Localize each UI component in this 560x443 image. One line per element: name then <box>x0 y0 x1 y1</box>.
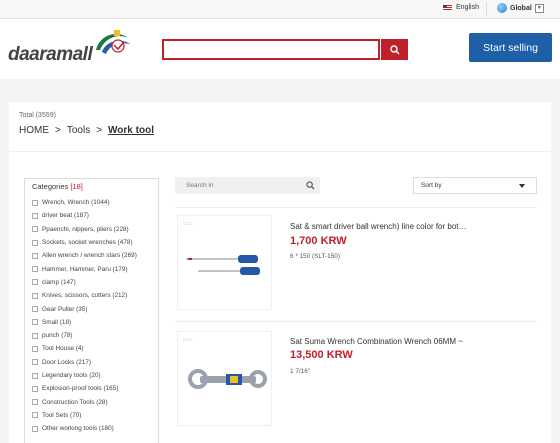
category-label: Construction Tools (28) <box>42 398 108 406</box>
category-item[interactable]: Allen wrench / wrench stars (269) <box>32 249 137 262</box>
checkbox[interactable] <box>32 332 38 339</box>
region-label: Global <box>510 4 532 12</box>
logo-mark-icon <box>96 30 130 54</box>
checkbox[interactable] <box>32 372 38 379</box>
category-item[interactable]: clamp (147) <box>32 276 137 289</box>
category-item[interactable]: Sockets, socket wrenches (478) <box>32 236 137 249</box>
category-label: clamp (147) <box>42 278 76 286</box>
breadcrumb-tools[interactable]: Tools <box>67 125 90 136</box>
product-title[interactable]: Sat Suma Wrench Combination Wrench 06MM … <box>290 337 463 346</box>
breadcrumb: HOME > Tools > Work tool <box>19 125 154 136</box>
checkbox[interactable] <box>32 385 38 392</box>
checkbox[interactable] <box>32 279 38 286</box>
checkbox[interactable] <box>32 399 38 406</box>
checkbox[interactable] <box>32 239 38 246</box>
top-bar: English Global ▼ <box>0 0 560 19</box>
checkbox[interactable] <box>32 359 38 366</box>
category-list: Wrench, Wrench (1044) driver beat (187) … <box>32 196 137 435</box>
checkbox[interactable] <box>32 266 38 273</box>
category-item[interactable]: Small (18) <box>32 316 137 329</box>
category-label: Legendary tools (20) <box>42 372 101 379</box>
divider <box>9 151 551 152</box>
checkbox[interactable] <box>32 199 38 206</box>
watermark-icon: ▭▭ <box>183 337 193 343</box>
region-selector[interactable]: Global ▼ <box>497 3 544 13</box>
breadcrumb-separator: > <box>96 125 103 136</box>
category-label: punch (78) <box>42 332 73 340</box>
divider <box>175 207 537 208</box>
category-item[interactable]: Legendary tools (20) <box>32 369 137 382</box>
search-icon[interactable] <box>306 181 315 190</box>
category-label: Door Locks (217) <box>42 358 92 366</box>
search-icon <box>389 44 400 55</box>
category-label: Wrench, Wrench (1044) <box>42 199 110 207</box>
checkbox[interactable] <box>32 212 38 219</box>
category-item[interactable]: Door Locks (217) <box>32 356 137 369</box>
breadcrumb-home[interactable]: HOME <box>19 125 49 136</box>
category-item[interactable]: Explosion-proof tools (165) <box>32 382 137 395</box>
breadcrumb-separator: > <box>55 125 61 136</box>
checkbox[interactable] <box>32 292 38 299</box>
category-label: Small (18) <box>42 318 72 326</box>
category-title-label: Categories <box>32 182 69 191</box>
product-title[interactable]: Sat & smart driver ball wrench) line col… <box>290 222 467 231</box>
category-item[interactable]: Gear Puller (35) <box>32 302 137 315</box>
category-item[interactable]: Tool Sets (70) <box>32 409 137 422</box>
category-title: Categories [18] <box>32 182 83 191</box>
checkbox[interactable] <box>32 226 38 233</box>
category-label: Gear Puller (35) <box>42 305 88 313</box>
chevron-down-icon: ▼ <box>534 3 544 13</box>
search-input[interactable] <box>162 39 380 60</box>
divider <box>486 2 487 16</box>
checkbox[interactable] <box>32 252 38 259</box>
checkbox[interactable] <box>32 345 38 352</box>
product-image[interactable] <box>177 215 272 310</box>
category-item[interactable]: punch (78) <box>32 329 137 342</box>
divider <box>175 321 537 322</box>
category-item[interactable]: Construction Tools (28) <box>32 395 137 408</box>
category-label: Knives, scissors, cutters (212) <box>42 292 128 300</box>
product-price: 13,500 KRW <box>290 349 353 361</box>
category-item[interactable]: Other working tools (180) <box>32 422 137 435</box>
category-item[interactable]: Wrench, Wrench (1044) <box>32 196 137 209</box>
product-model: 1 7/16" <box>290 368 311 375</box>
category-label: Other working tools (180) <box>42 425 114 433</box>
category-item[interactable]: Ppaenchi, nippers, pliers (228) <box>32 223 137 236</box>
sort-label: Sort by <box>421 182 442 189</box>
start-selling-button[interactable]: Start selling <box>469 33 552 62</box>
product-model: 6 * 150 (SLT-150) <box>290 253 340 260</box>
product-image[interactable] <box>177 331 272 426</box>
chevron-down-icon <box>519 184 525 188</box>
checkbox[interactable] <box>32 306 38 313</box>
checkbox[interactable] <box>32 425 38 432</box>
category-label: Ppaenchi, nippers, pliers (228) <box>42 225 129 233</box>
globe-icon <box>497 3 507 13</box>
logo[interactable]: daaramall <box>8 44 93 66</box>
checkbox[interactable] <box>32 412 38 419</box>
language-label: English <box>456 4 479 11</box>
search-button[interactable] <box>381 39 408 60</box>
category-label: Explosion-proof tools (165) <box>42 385 119 393</box>
breadcrumb-current[interactable]: Work tool <box>108 125 154 136</box>
category-item[interactable]: Tool House (4) <box>32 342 137 355</box>
search-in-placeholder: Search in <box>186 182 214 189</box>
category-label: Allen wrench / wrench stars (269) <box>42 252 137 260</box>
category-count: [18] <box>70 182 83 191</box>
category-item[interactable]: Knives, scissors, cutters (212) <box>32 289 137 302</box>
category-label: driver beat (187) <box>42 212 89 220</box>
product-price: 1,700 KRW <box>290 235 347 247</box>
category-item[interactable]: Hammer, Hammer, Paru (179) <box>32 262 137 275</box>
total-count: Total (3559) <box>19 112 56 119</box>
category-label: Sockets, socket wrenches (478) <box>42 239 133 247</box>
watermark-icon: ▭▭ <box>183 221 193 227</box>
category-label: Tool House (4) <box>42 345 84 353</box>
us-flag-icon <box>443 4 452 11</box>
screwdriver-image <box>186 255 260 275</box>
category-label: Hammer, Hammer, Paru (179) <box>42 265 128 273</box>
checkbox[interactable] <box>32 319 38 326</box>
category-label: Tool Sets (70) <box>42 411 82 419</box>
category-item[interactable]: driver beat (187) <box>32 209 137 222</box>
language-selector[interactable]: English <box>443 4 479 11</box>
wrench-image <box>188 369 267 389</box>
